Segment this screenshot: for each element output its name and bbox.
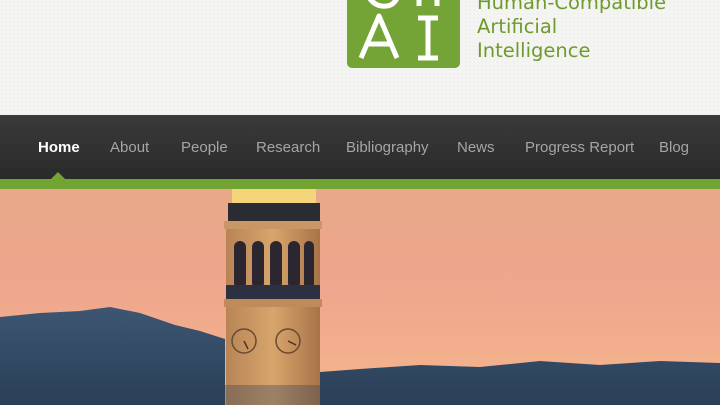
site-name-line-1: Human-Compatible [477,0,667,14]
site-name-line-2: Artificial [477,15,558,38]
nav-about[interactable]: About [110,115,149,179]
chai-logo-icon [358,0,440,61]
site-name[interactable]: Human-Compatible Artificial Intelligence [477,0,717,63]
hero-image [0,189,720,405]
main-nav: Home About People Research Bibliography … [0,115,720,179]
nav-people[interactable]: People [181,115,228,179]
nav-progress-report[interactable]: Progress Report [525,115,634,179]
active-nav-indicator [51,172,65,179]
nav-news[interactable]: News [457,115,495,179]
nav-bibliography[interactable]: Bibliography [346,115,429,179]
nav-blog[interactable]: Blog [659,115,689,179]
nav-home[interactable]: Home [38,115,80,179]
nav-research[interactable]: Research [256,115,320,179]
site-header: Human-Compatible Artificial Intelligence [0,0,720,115]
accent-bar [0,179,720,189]
chai-logo[interactable] [347,0,460,68]
site-name-line-3: Intelligence [477,39,591,62]
campanile-tower [224,189,322,405]
